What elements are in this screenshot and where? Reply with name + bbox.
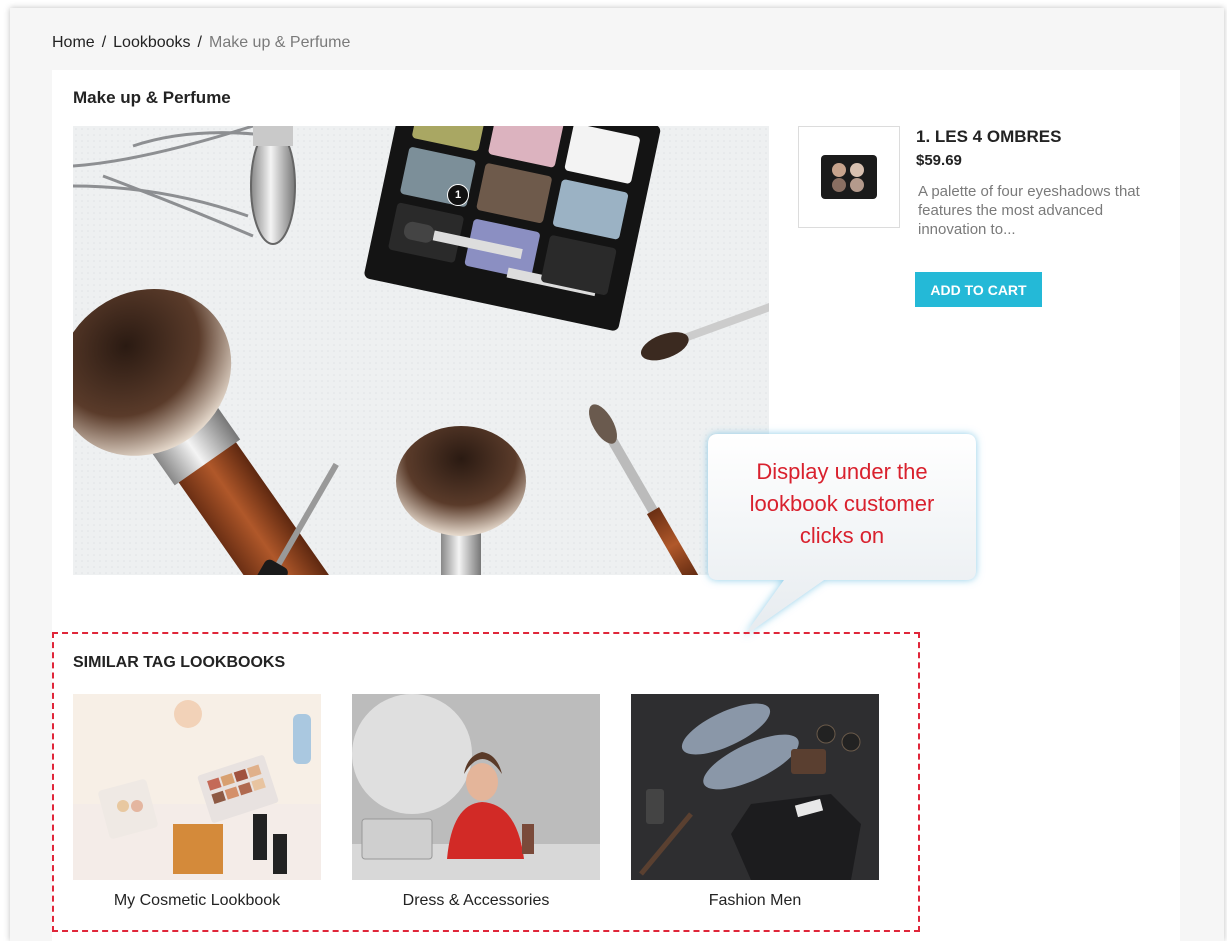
lookbook-image: [73, 126, 769, 575]
product-name[interactable]: 1. LES 4 OMBRES: [916, 127, 1061, 147]
page-title: Make up & Perfume: [73, 88, 231, 107]
breadcrumb-current: Make up & Perfume: [208, 34, 351, 51]
add-to-cart-button[interactable]: ADD TO CART: [915, 272, 1042, 307]
lookbook-card-label[interactable]: Dress & Accessories: [352, 892, 600, 910]
similar-lookbooks-title: SIMILAR TAG LOOKBOOKS: [73, 654, 286, 671]
lookbook-card[interactable]: Dress & Accessories: [352, 694, 600, 910]
lookbook-card-label[interactable]: My Cosmetic Lookbook: [73, 892, 321, 910]
breadcrumb: Home / Lookbooks / Make up & Perfume: [52, 34, 350, 52]
breadcrumb-separator: /: [101, 34, 107, 51]
callout-line: lookbook customer: [749, 491, 935, 516]
breadcrumb-home[interactable]: Home: [52, 34, 95, 52]
lookbook-card-image[interactable]: [631, 694, 879, 880]
lookbook-card-image[interactable]: [73, 694, 321, 880]
product-description: A palette of four eyeshadows that featur…: [918, 183, 1140, 238]
lookbook-card-image[interactable]: [352, 694, 600, 880]
lookbook-card[interactable]: My Cosmetic Lookbook: [73, 694, 321, 910]
breadcrumb-lookbooks[interactable]: Lookbooks: [113, 34, 190, 52]
product-price: $59.69: [916, 152, 962, 169]
breadcrumb-separator: /: [197, 34, 202, 51]
product-thumbnail[interactable]: [798, 126, 900, 228]
lookbook-card[interactable]: Fashion Men: [631, 694, 879, 910]
callout-line: clicks on: [799, 523, 885, 548]
lookbook-card-label[interactable]: Fashion Men: [631, 892, 879, 910]
callout-text: Display under the lookbook customer clic…: [708, 456, 976, 552]
lookbook-hotspot-marker[interactable]: 1: [447, 184, 469, 206]
callout-line: Display under the: [756, 459, 928, 484]
